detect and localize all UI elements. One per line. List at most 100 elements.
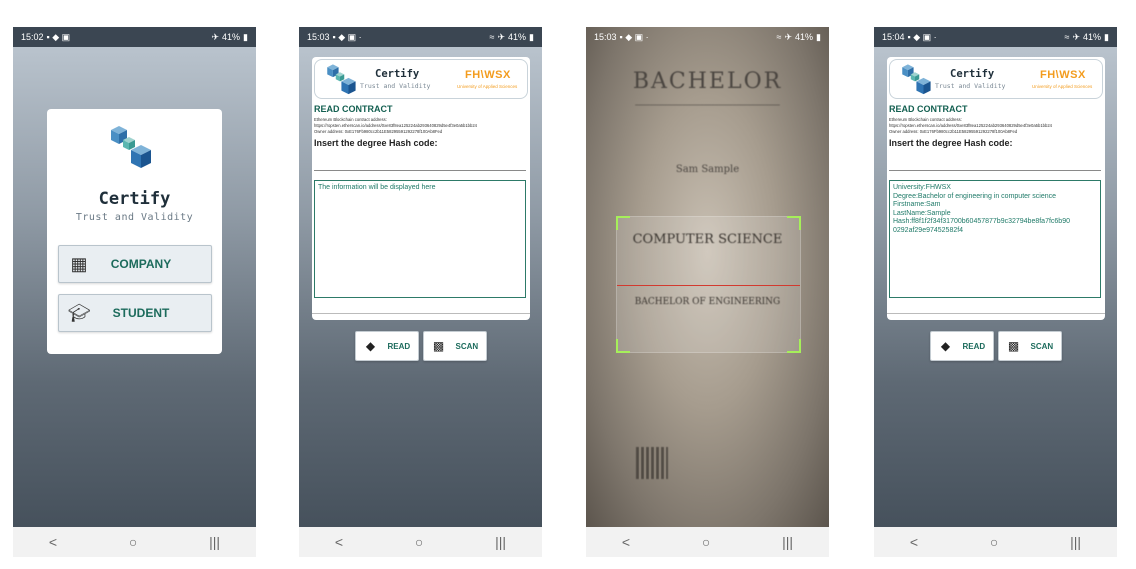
action-buttons: ◆ READ ▩ SCAN (299, 331, 542, 361)
home-button[interactable]: ○ (702, 534, 710, 550)
header-title: Certify (950, 68, 995, 80)
recent-apps-button[interactable]: ||| (782, 534, 793, 550)
notification-icons: ▪ ◆ ▣ (46, 31, 71, 42)
nav-bar: < ○ ||| (586, 527, 829, 557)
read-button[interactable]: ◆ READ (354, 331, 419, 361)
phone-read-contract-result: 15:04 ▪ ◆ ▣ · ≈ ✈ 41% ▮ Certify Trust and Va… (874, 27, 1117, 557)
scan-button-label: SCAN (455, 341, 479, 351)
company-button-label: COMPANY (110, 257, 172, 271)
contract-card: Certify Trust and Validity FH\WSX Univer… (312, 57, 530, 320)
certify-logo-icon (327, 64, 356, 95)
airplane-icon: ✈ (497, 31, 506, 42)
phone-home-screen: 15:02 ▪ ◆ ▣ ✈ 41% ▮ Certify Trust and Valid… (13, 27, 256, 557)
battery-level: 41% (1083, 32, 1102, 42)
battery-icon: ▮ (1104, 31, 1109, 42)
info-line: Degree:Bachelor of engineering in comput… (893, 192, 1057, 200)
header-logo-box: Certify Trust and Validity FH\WSX Univer… (314, 59, 528, 99)
home-card: Certify Trust and Validity ▦ COMPANY 🎓︎ … (47, 109, 222, 354)
info-box: University:FHWSX Degree:Bachelor of engi… (889, 180, 1101, 298)
header-subtitle: Trust and Validity (360, 82, 431, 90)
status-bar: 15:03 ▪ ◆ ▣ · ≈ ✈ 41% ▮ (586, 27, 829, 47)
read-button-label: READ (962, 341, 986, 351)
info-line: Hash:ff8f1f2f34f31700b60457877b9c32794be… (893, 218, 1070, 226)
recent-apps-button[interactable]: ||| (1070, 534, 1081, 550)
certificate-degree: BACHELOR OF ENGINEERING (634, 297, 781, 307)
hash-input-label: Insert the degree Hash code: (889, 138, 1013, 148)
phone-read-contract-empty: 15:03 ▪ ◆ ▣ · ≈ ✈ 41% ▮ Certify Trust and Va… (299, 27, 542, 557)
back-button[interactable]: < (335, 534, 343, 550)
info-line: Firstname:Sam (893, 201, 941, 209)
scan-button-label: SCAN (1030, 341, 1054, 351)
certificate-title: BACHELOR (632, 69, 783, 94)
airplane-icon: ✈ (784, 31, 793, 42)
battery-level: 41% (508, 32, 527, 42)
card-divider (887, 313, 1105, 314)
header-logo-box: Certify Trust and Validity FH\WSX Univer… (889, 59, 1103, 99)
nav-bar: < ○ ||| (13, 527, 256, 557)
read-contract-heading: READ CONTRACT (889, 104, 968, 114)
status-bar: 15:03 ▪ ◆ ▣ · ≈ ✈ 41% ▮ (299, 27, 542, 47)
wifi-icon: ≈ (1064, 32, 1070, 42)
wifi-icon: ≈ (776, 32, 782, 42)
status-bar: 15:04 ▪ ◆ ▣ · ≈ ✈ 41% ▮ (874, 27, 1117, 47)
recent-apps-button[interactable]: ||| (209, 534, 220, 550)
owner-address: Owner address: 0xE176Fb980cc2b11E5829559… (889, 129, 1018, 134)
read-contract-heading: READ CONTRACT (314, 104, 393, 114)
contract-url[interactable]: https://ropsten.etherscan.io/address/0xe… (314, 123, 477, 128)
certificate-name: Sam Sample (675, 164, 740, 175)
home-button[interactable]: ○ (129, 534, 137, 550)
certify-logo-icon (902, 64, 931, 95)
corner-tr (787, 216, 801, 230)
battery-level: 41% (795, 32, 814, 42)
info-box: The information will be displayed here (314, 180, 526, 298)
info-line: University:FHWSX (893, 184, 951, 191)
contract-card: Certify Trust and Validity FH\WSX Univer… (887, 57, 1105, 320)
hash-input-field[interactable] (889, 170, 1101, 171)
info-line: LastName:Sample (893, 209, 951, 217)
battery-level: 41% (222, 32, 241, 42)
certificate-line: ━━━━━━━━━━━━━━━━━━━━━━━━━━━━━━━━━━━━━━━━ (635, 102, 780, 109)
home-button[interactable]: ○ (990, 534, 998, 550)
hash-input-field[interactable] (314, 170, 526, 171)
scan-button[interactable]: ▩ SCAN (997, 331, 1062, 361)
back-button[interactable]: < (622, 534, 630, 550)
read-button[interactable]: ◆ READ (929, 331, 994, 361)
battery-icon: ▮ (243, 31, 248, 42)
status-time: 15:02 (21, 32, 44, 42)
corner-bl (616, 339, 630, 353)
notification-icons: ▪ ◆ ▣ · (619, 31, 649, 42)
wifi-icon: ≈ (489, 32, 495, 42)
notification-icons: ▪ ◆ ▣ · (332, 31, 362, 42)
partner-subtitle: University of Applied Sciences (1032, 84, 1093, 89)
recent-apps-button[interactable]: ||| (495, 534, 506, 550)
camera-preview: BACHELOR ━━━━━━━━━━━━━━━━━━━━━━━━━━━━━━━… (586, 27, 829, 527)
card-divider (312, 313, 530, 314)
home-button[interactable]: ○ (415, 534, 423, 550)
app-background: Certify Trust and Validity FH\WSX Univer… (299, 47, 542, 527)
phone-scanner: BACHELOR ━━━━━━━━━━━━━━━━━━━━━━━━━━━━━━━… (586, 27, 829, 557)
status-time: 15:03 (594, 32, 617, 42)
building-icon: ▦ (70, 253, 88, 274)
company-button[interactable]: ▦ COMPANY (58, 245, 212, 283)
contract-url[interactable]: https://ropsten.etherscan.io/address/0xe… (889, 123, 1052, 128)
app-title: Certify (98, 189, 171, 209)
header-title: Certify (375, 68, 420, 80)
nav-bar: < ○ ||| (299, 527, 542, 557)
student-button[interactable]: 🎓︎ STUDENT (58, 294, 212, 332)
corner-tl (616, 216, 630, 230)
read-button-label: READ (387, 341, 411, 351)
partner-logo: FH\WSX (1040, 69, 1086, 81)
owner-address: Owner address: 0xE176Fb980cc2b11E5829559… (314, 129, 443, 134)
student-button-label: STUDENT (112, 306, 170, 320)
battery-icon: ▮ (816, 31, 821, 42)
notification-icons: ▪ ◆ ▣ · (907, 31, 937, 42)
info-placeholder: The information will be displayed here (318, 184, 436, 191)
hash-input-label: Insert the degree Hash code: (314, 138, 438, 148)
back-button[interactable]: < (49, 534, 57, 550)
info-line: 0292af29e97452582f4 (893, 226, 964, 234)
scan-button[interactable]: ▩ SCAN (422, 331, 487, 361)
battery-icon: ▮ (529, 31, 534, 42)
corner-br (787, 339, 801, 353)
app-subtitle: Trust and Validity (75, 212, 194, 223)
back-button[interactable]: < (910, 534, 918, 550)
